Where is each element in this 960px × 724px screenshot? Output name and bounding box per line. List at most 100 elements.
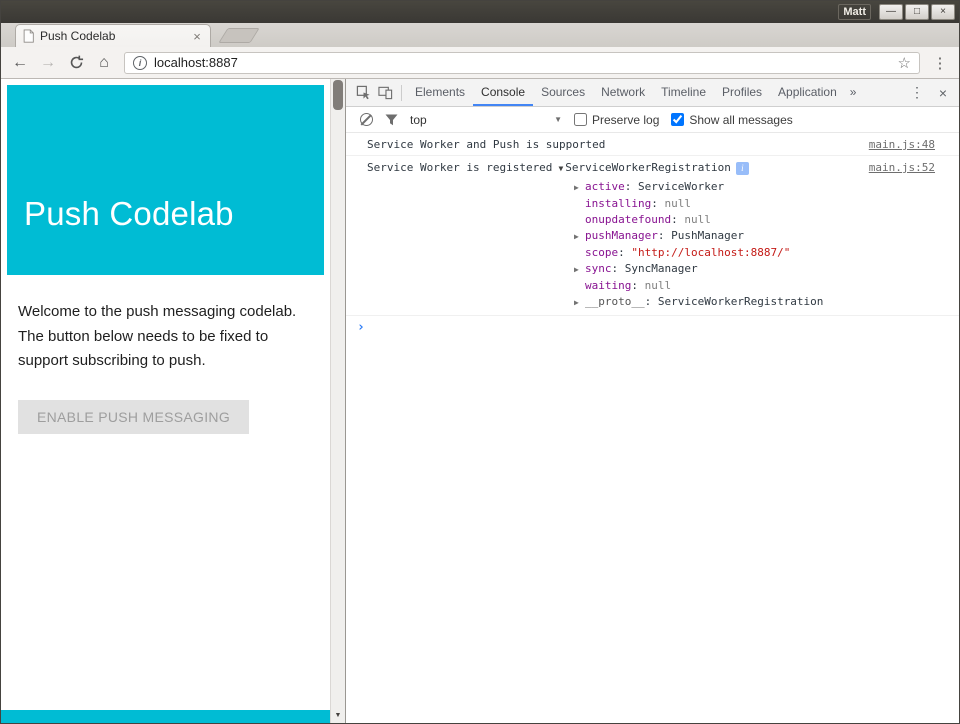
property-value: "http://localhost:8887/" xyxy=(631,246,790,259)
property-name: pushManager xyxy=(585,229,658,242)
inspect-element-icon[interactable] xyxy=(352,82,374,104)
titlebar: Matt — □ × xyxy=(1,1,959,23)
console-toolbar: top ▼ Preserve log Show all messages xyxy=(346,107,959,133)
console-message-text: Service Worker is registered xyxy=(367,161,552,174)
intro-text: Welcome to the push messaging codelab. T… xyxy=(18,300,313,374)
home-icon[interactable]: ⌂ xyxy=(91,50,117,76)
devtools-controls: ⋮ × xyxy=(907,83,953,103)
source-link[interactable]: main.js:48 xyxy=(869,138,935,151)
execution-context-select[interactable]: top ▼ xyxy=(410,113,562,127)
reload-icon[interactable] xyxy=(63,50,89,76)
page-title: Push Codelab xyxy=(24,195,234,233)
console-message-text: Service Worker and Push is supported xyxy=(367,138,857,151)
show-all-messages-toggle[interactable]: Show all messages xyxy=(671,113,792,127)
back-icon[interactable]: ← xyxy=(7,50,33,76)
object-property: waiting: null xyxy=(574,278,857,294)
content-area: Push Codelab Welcome to the push messagi… xyxy=(1,79,959,723)
property-name: onupdatefound xyxy=(585,213,671,226)
property-name: __proto__ xyxy=(585,295,645,308)
filter-icon[interactable] xyxy=(385,114,398,126)
object-property[interactable]: ▶__proto__: ServiceWorkerRegistration xyxy=(574,294,857,311)
object-property: scope: "http://localhost:8887/" xyxy=(574,245,857,261)
preserve-log-label: Preserve log xyxy=(592,113,659,127)
colon: : xyxy=(618,246,631,259)
tab-close-icon[interactable]: × xyxy=(190,30,204,43)
bookmark-star-icon[interactable]: ☆ xyxy=(898,54,911,72)
property-name: scope xyxy=(585,246,618,259)
more-tabs-icon[interactable]: » xyxy=(845,79,862,106)
property-value: PushManager xyxy=(671,229,744,242)
clear-console-icon[interactable] xyxy=(360,113,373,126)
devtools-panel: Elements Console Sources Network Timelin… xyxy=(345,79,959,723)
colon: : xyxy=(671,213,684,226)
context-value: top xyxy=(410,113,427,127)
devtools-tabbar: Elements Console Sources Network Timelin… xyxy=(346,79,959,107)
console-log: Service Worker and Push is supported mai… xyxy=(346,133,959,723)
url-text[interactable]: localhost:8887 xyxy=(154,55,238,70)
property-name: waiting xyxy=(585,279,631,292)
console-message-row: Service Worker is registered▼ServiceWork… xyxy=(346,156,959,316)
tab-strip: Push Codelab × xyxy=(1,23,959,47)
colon: : xyxy=(631,279,644,292)
devtools-close-icon[interactable]: × xyxy=(933,83,953,103)
scrollbar-down-icon[interactable]: ▼ xyxy=(331,708,345,722)
object-property[interactable]: ▶sync: SyncManager xyxy=(574,261,857,278)
enable-push-button[interactable]: ENABLE PUSH MESSAGING xyxy=(18,400,249,434)
page-scrollbar[interactable]: ▼ xyxy=(330,79,345,723)
property-value: null xyxy=(645,279,672,292)
colon: : xyxy=(612,262,625,275)
property-value: ServiceWorker xyxy=(638,180,724,193)
tab-elements[interactable]: Elements xyxy=(407,79,473,106)
expand-arrow-icon[interactable]: ▶ xyxy=(574,295,585,311)
object-property[interactable]: ▶pushManager: PushManager xyxy=(574,228,857,245)
devtools-menu-icon[interactable]: ⋮ xyxy=(907,83,927,103)
tab-console[interactable]: Console xyxy=(473,79,533,106)
colon: : xyxy=(658,229,671,242)
page-hero: Push Codelab xyxy=(7,85,324,275)
device-toolbar-icon[interactable] xyxy=(374,82,396,104)
close-window-icon[interactable]: × xyxy=(931,4,955,20)
page-info-icon[interactable]: i xyxy=(133,56,147,70)
tab-timeline[interactable]: Timeline xyxy=(653,79,714,106)
expand-arrow-icon[interactable]: ▶ xyxy=(574,229,585,245)
scrollbar-thumb[interactable] xyxy=(333,80,343,110)
show-all-messages-checkbox[interactable] xyxy=(671,113,684,126)
preserve-log-checkbox[interactable] xyxy=(574,113,587,126)
window-controls: — □ × xyxy=(879,4,955,20)
console-prompt-icon: › xyxy=(357,321,365,334)
new-tab-button[interactable] xyxy=(218,28,259,43)
tab-sources[interactable]: Sources xyxy=(533,79,593,106)
object-info-icon[interactable]: i xyxy=(736,162,749,175)
property-value: null xyxy=(684,213,711,226)
session-user-label[interactable]: Matt xyxy=(838,4,871,20)
console-message-row: Service Worker and Push is supported mai… xyxy=(346,133,959,156)
property-value: SyncManager xyxy=(625,262,698,275)
tab-network[interactable]: Network xyxy=(593,79,653,106)
minimize-icon[interactable]: — xyxy=(879,4,903,20)
object-property[interactable]: ▶active: ServiceWorker xyxy=(574,179,857,196)
tab-application[interactable]: Application xyxy=(770,79,845,106)
expand-arrow-icon[interactable]: ▶ xyxy=(574,262,585,278)
toolbar-separator xyxy=(401,85,402,101)
page-footer-strip xyxy=(1,710,330,723)
property-name: active xyxy=(585,180,625,193)
address-bar[interactable]: i localhost:8887 ☆ xyxy=(124,52,920,74)
source-link[interactable]: main.js:52 xyxy=(869,161,935,174)
dropdown-icon: ▼ xyxy=(554,115,562,124)
object-property: onupdatefound: null xyxy=(574,212,857,228)
collapse-arrow-icon[interactable]: ▼ xyxy=(558,164,563,173)
tab-profiles[interactable]: Profiles xyxy=(714,79,770,106)
show-all-messages-label: Show all messages xyxy=(689,113,792,127)
page-favicon-icon xyxy=(22,29,35,43)
browser-tab[interactable]: Push Codelab × xyxy=(15,24,211,47)
browser-menu-icon[interactable]: ⋮ xyxy=(927,50,953,76)
tab-title: Push Codelab xyxy=(40,29,185,43)
maximize-icon[interactable]: □ xyxy=(905,4,929,20)
expand-arrow-icon[interactable]: ▶ xyxy=(574,180,585,196)
preserve-log-toggle[interactable]: Preserve log xyxy=(574,113,659,127)
colon: : xyxy=(645,295,658,308)
object-class-name[interactable]: ServiceWorkerRegistration xyxy=(565,161,731,174)
colon: : xyxy=(625,180,638,193)
console-input-row[interactable]: › xyxy=(346,316,959,334)
colon: : xyxy=(651,197,664,210)
